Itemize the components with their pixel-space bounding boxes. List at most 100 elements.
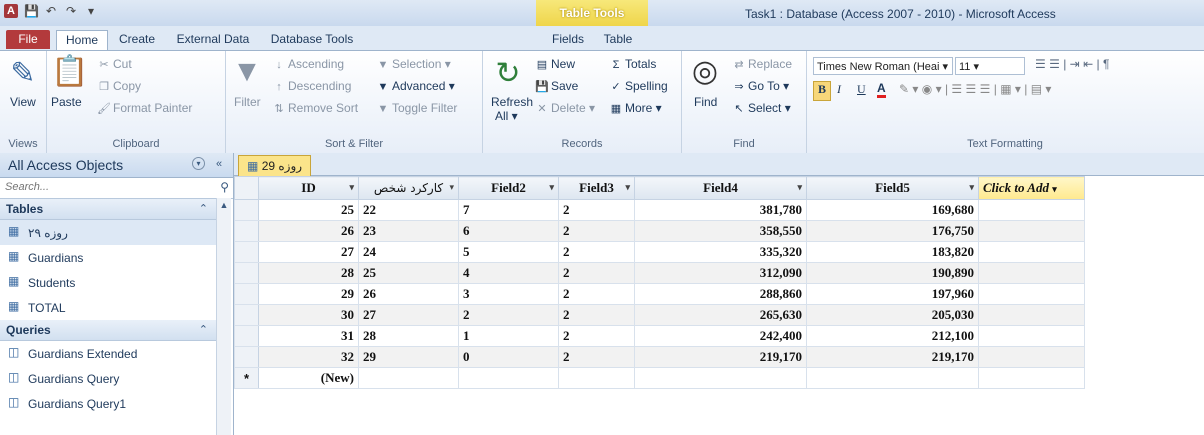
column-header-click-to-add[interactable]: Click to Add ▾ <box>978 176 1085 200</box>
tab-table[interactable]: Table <box>596 30 640 49</box>
cell-person-work[interactable]: 29 <box>358 346 459 368</box>
replace-button[interactable]: ⇄ Replace <box>732 57 792 71</box>
copy-button[interactable]: ❐ Copy <box>97 79 141 93</box>
paste-button[interactable]: Paste <box>51 95 82 109</box>
table-row[interactable]: 27 24 5 2 335,320 183,820 <box>234 241 1085 263</box>
cell-person-work[interactable]: 28 <box>358 325 459 347</box>
cell-field5[interactable]: 169,680 <box>806 199 979 221</box>
tab-file[interactable]: File <box>6 30 50 49</box>
dropdown-arrow-icon[interactable]: ▾ <box>549 182 554 193</box>
access-icon[interactable]: A <box>4 4 18 18</box>
cell-field5[interactable]: 183,820 <box>806 241 979 263</box>
undo-icon[interactable]: ↶ <box>44 4 58 18</box>
advanced-button[interactable]: ▼ Advanced ▾ <box>376 79 455 93</box>
view-button[interactable]: View <box>10 95 36 109</box>
record-selector[interactable] <box>234 304 259 326</box>
format-painter-button[interactable]: 🖌 Format Painter <box>97 101 192 115</box>
filter-icon[interactable]: ▼ <box>230 55 264 89</box>
cell-field2[interactable]: 6 <box>458 220 559 242</box>
cell-click-to-add[interactable] <box>978 220 1085 242</box>
nav-item-query-guardians-query[interactable]: ◫ Guardians Query <box>0 366 216 391</box>
delete-record-button[interactable]: ✕ Delete ▾ <box>535 101 595 115</box>
nav-menu-icon[interactable]: ▾ <box>192 157 205 170</box>
cell-person-work[interactable]: 24 <box>358 241 459 263</box>
column-header-field5[interactable]: Field5 ▾ <box>806 176 979 200</box>
customize-icon[interactable]: ▾ <box>84 4 98 18</box>
record-selector[interactable] <box>234 283 259 305</box>
table-row[interactable]: 31 28 1 2 242,400 212,100 <box>234 325 1085 347</box>
cell-field3[interactable]: 2 <box>558 325 635 347</box>
descending-button[interactable]: ↑ Descending <box>272 79 351 93</box>
record-selector[interactable] <box>234 262 259 284</box>
table-row[interactable]: 26 23 6 2 358,550 176,750 <box>234 220 1085 242</box>
underline-button[interactable]: U <box>857 82 866 97</box>
new-record-cell[interactable] <box>558 367 635 389</box>
nav-item-query-guardians-extended[interactable]: ◫ Guardians Extended <box>0 341 216 366</box>
queries-section-header[interactable]: Queries ⌃ <box>0 320 216 341</box>
more-button[interactable]: ▦ More ▾ <box>609 101 662 115</box>
cell-field2[interactable]: 2 <box>458 304 559 326</box>
ascending-button[interactable]: ↓ Ascending <box>272 57 344 71</box>
cell-click-to-add[interactable] <box>978 325 1085 347</box>
collapse-chevron-icon[interactable]: ⌃ <box>199 202 208 215</box>
cell-field4[interactable]: 335,320 <box>634 241 807 263</box>
italic-button[interactable]: I <box>837 82 841 97</box>
cell-field2[interactable]: 0 <box>458 346 559 368</box>
cell-field2[interactable]: 5 <box>458 241 559 263</box>
remove-sort-button[interactable]: ⇅ Remove Sort <box>272 101 358 115</box>
cell-field2[interactable]: 4 <box>458 262 559 284</box>
cell-field5[interactable]: 212,100 <box>806 325 979 347</box>
tab-create[interactable]: Create <box>112 30 162 49</box>
record-selector[interactable] <box>234 199 259 221</box>
cell-id[interactable]: 26 <box>258 220 359 242</box>
paste-icon[interactable]: 📋 <box>51 55 88 89</box>
cell-click-to-add[interactable] <box>978 346 1085 368</box>
cell-click-to-add[interactable] <box>978 283 1085 305</box>
spelling-button[interactable]: ✓ Spelling <box>609 79 667 93</box>
tab-database-tools[interactable]: Database Tools <box>262 30 362 49</box>
cell-field5[interactable]: 205,030 <box>806 304 979 326</box>
column-header-id[interactable]: ID ▾ <box>258 176 359 200</box>
dropdown-arrow-icon[interactable]: ▾ <box>349 182 354 193</box>
tab-fields[interactable]: Fields <box>546 30 590 49</box>
new-record-cell[interactable] <box>458 367 559 389</box>
cell-field3[interactable]: 2 <box>558 346 635 368</box>
new-record-id[interactable]: (New) <box>258 367 359 389</box>
nav-search-input[interactable] <box>3 180 207 194</box>
cut-button[interactable]: ✂ Cut <box>97 57 131 71</box>
refresh-button[interactable]: Refresh <box>491 95 533 109</box>
nav-item-query-guardians-query1[interactable]: ◫ Guardians Query1 <box>0 391 216 416</box>
cell-click-to-add[interactable] <box>978 199 1085 221</box>
cell-id[interactable]: 32 <box>258 346 359 368</box>
new-record-cell[interactable] <box>358 367 459 389</box>
toggle-filter-button[interactable]: ▼ Toggle Filter <box>376 101 458 115</box>
cell-field5[interactable]: 197,960 <box>806 283 979 305</box>
cell-id[interactable]: 27 <box>258 241 359 263</box>
cell-field4[interactable]: 381,780 <box>634 199 807 221</box>
cell-click-to-add[interactable] <box>978 241 1085 263</box>
cell-field3[interactable]: 2 <box>558 262 635 284</box>
cell-id[interactable]: 28 <box>258 262 359 284</box>
select-all-corner[interactable] <box>234 176 259 200</box>
save-icon[interactable]: 💾 <box>24 4 39 18</box>
dropdown-arrow-icon[interactable]: ▾ <box>1052 184 1057 194</box>
cell-field3[interactable]: 2 <box>558 220 635 242</box>
find-button[interactable]: Find <box>694 95 717 109</box>
cell-field4[interactable]: 358,550 <box>634 220 807 242</box>
cell-field2[interactable]: 1 <box>458 325 559 347</box>
dropdown-arrow-icon[interactable]: ▾ <box>969 182 974 193</box>
column-header-field3[interactable]: Field3 ▾ <box>558 176 635 200</box>
new-record-marker[interactable]: * <box>234 367 259 389</box>
cell-field5[interactable]: 190,890 <box>806 262 979 284</box>
nav-scrollbar[interactable]: ▲ <box>216 198 231 435</box>
nav-title[interactable]: All Access Objects <box>8 157 123 173</box>
cell-field2[interactable]: 7 <box>458 199 559 221</box>
new-record-button[interactable]: ▤ New <box>535 57 575 71</box>
filter-button[interactable]: Filter <box>234 95 261 109</box>
tab-external-data[interactable]: External Data <box>168 30 258 49</box>
cell-field4[interactable]: 288,860 <box>634 283 807 305</box>
cell-id[interactable]: 29 <box>258 283 359 305</box>
cell-person-work[interactable]: 26 <box>358 283 459 305</box>
cell-field4[interactable]: 219,170 <box>634 346 807 368</box>
column-header-person-work[interactable]: کارکرد شخص ▾ <box>358 176 459 200</box>
